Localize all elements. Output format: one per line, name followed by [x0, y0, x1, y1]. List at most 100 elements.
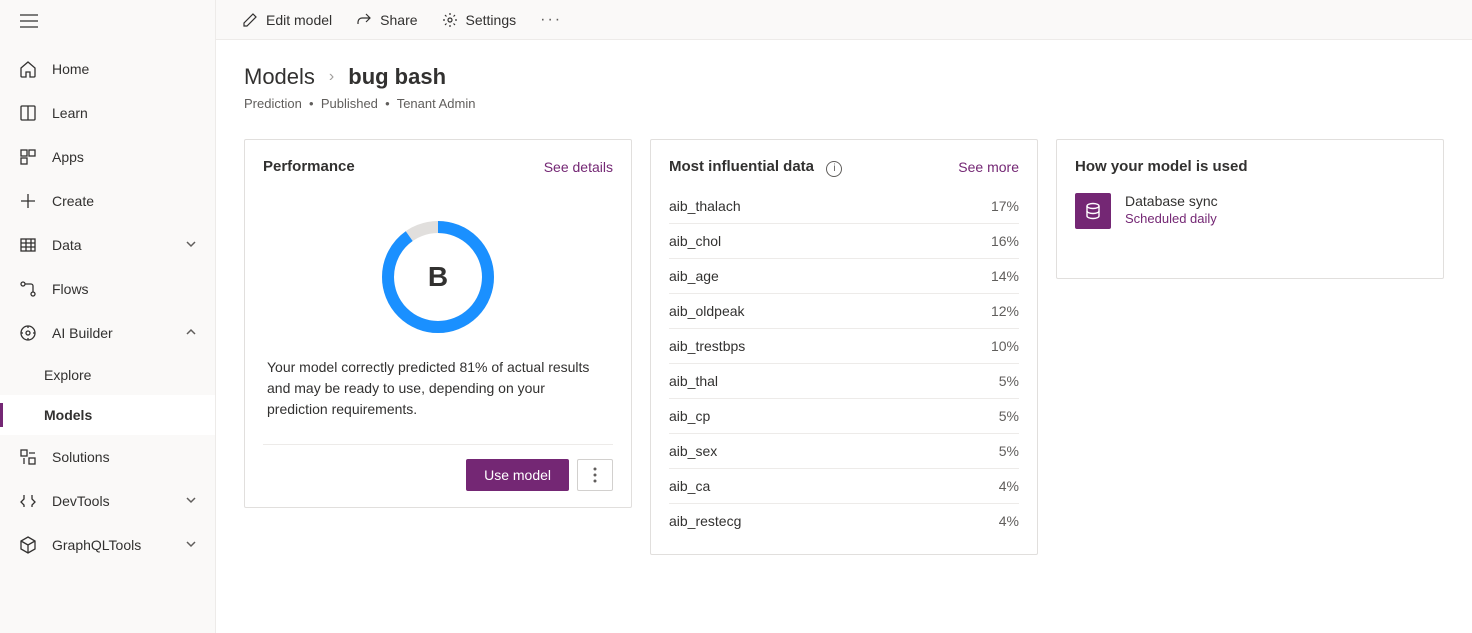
button-label: Share: [380, 12, 417, 28]
more-button[interactable]: ···: [530, 5, 572, 35]
influential-row: aib_age 14%: [669, 259, 1019, 294]
feature-name: aib_sex: [669, 443, 717, 459]
performance-card: Performance See details B Your model cor…: [244, 139, 632, 508]
button-label: Settings: [466, 12, 517, 28]
model-meta: Prediction • Published • Tenant Admin: [244, 96, 1444, 111]
chevron-down-icon: [185, 237, 197, 253]
topbar: Edit model Share Settings ···: [216, 0, 1472, 40]
influential-row: aib_restecg4%: [669, 504, 1019, 538]
feature-name: aib_ca: [669, 478, 710, 494]
nav-label: Home: [52, 61, 89, 77]
feature-name: aib_cp: [669, 408, 710, 424]
influential-row: aib_cp 5%: [669, 399, 1019, 434]
feature-name: aib_oldpeak: [669, 303, 745, 319]
home-icon: [18, 59, 38, 79]
plus-icon: [18, 191, 38, 211]
usage-item[interactable]: Database sync Scheduled daily: [1075, 193, 1425, 229]
main: Edit model Share Settings ··· Models › b…: [216, 0, 1472, 633]
edit-model-button[interactable]: Edit model: [232, 6, 342, 34]
feature-percent: 5%: [999, 443, 1019, 459]
influential-row: aib_oldpeak 12%: [669, 294, 1019, 329]
nav-home[interactable]: Home: [0, 47, 215, 91]
nav-models[interactable]: Models: [0, 395, 215, 435]
nav-label: Flows: [52, 281, 89, 297]
nav-learn[interactable]: Learn: [0, 91, 215, 135]
nav-solutions[interactable]: Solutions: [0, 435, 215, 479]
feature-percent: 5%: [999, 408, 1019, 424]
nav-explore[interactable]: Explore: [0, 355, 215, 395]
book-icon: [18, 103, 38, 123]
feature-name: aib_thalach: [669, 198, 741, 214]
nav-create[interactable]: Create: [0, 179, 215, 223]
nav-label: Learn: [52, 105, 88, 121]
card-title: Performance: [263, 158, 355, 175]
apps-icon: [18, 147, 38, 167]
nav-graphqltools[interactable]: GraphQLTools: [0, 523, 215, 567]
nav-label: Solutions: [52, 449, 110, 465]
see-more-link[interactable]: See more: [958, 159, 1019, 175]
feature-percent: 12%: [991, 303, 1019, 319]
see-details-link[interactable]: See details: [544, 159, 613, 175]
influential-row: aib_sex 5%: [669, 434, 1019, 469]
more-actions-button[interactable]: [577, 459, 613, 491]
performance-grade: B: [378, 217, 498, 337]
database-icon: [1075, 193, 1111, 229]
nav-devtools[interactable]: DevTools: [0, 479, 215, 523]
feature-percent: 16%: [991, 233, 1019, 249]
performance-description: Your model correctly predicted 81% of ac…: [263, 357, 613, 420]
ai-icon: [18, 323, 38, 343]
influential-row: aib_trestbps10%: [669, 329, 1019, 364]
solutions-icon: [18, 447, 38, 467]
influential-list: aib_thalach 17% aib_chol 16% aib_age 14% aib_o…: [669, 189, 1019, 538]
share-button[interactable]: Share: [346, 6, 427, 34]
nav-label: Models: [44, 407, 92, 423]
nav-apps[interactable]: Apps: [0, 135, 215, 179]
settings-button[interactable]: Settings: [432, 6, 527, 34]
influential-row: aib_chol 16%: [669, 224, 1019, 259]
usage-item-subtitle: Scheduled daily: [1125, 211, 1218, 226]
chevron-up-icon: [185, 325, 197, 341]
feature-name: aib_chol: [669, 233, 721, 249]
hamburger-icon[interactable]: [0, 0, 215, 47]
performance-donut: B: [378, 217, 498, 337]
nav-ai-builder[interactable]: AI Builder: [0, 311, 215, 355]
devtools-icon: [18, 491, 38, 511]
grid-icon: [18, 235, 38, 255]
sidebar: Home Learn Apps Create Data Flows AI Bui…: [0, 0, 216, 633]
nav-label: Create: [52, 193, 94, 209]
nav-data[interactable]: Data: [0, 223, 215, 267]
chevron-down-icon: [185, 493, 197, 509]
influential-data-card: Most influential data i See more aib_tha…: [650, 139, 1038, 555]
influential-row: aib_thalach 17%: [669, 189, 1019, 224]
feature-percent: 10%: [991, 338, 1019, 354]
nav-label: AI Builder: [52, 325, 113, 341]
card-title: How your model is used: [1075, 158, 1248, 175]
usage-item-title: Database sync: [1125, 193, 1218, 209]
feature-percent: 17%: [991, 198, 1019, 214]
nav-label: Apps: [52, 149, 84, 165]
chevron-right-icon: ›: [329, 68, 334, 86]
nav-flows[interactable]: Flows: [0, 267, 215, 311]
chevron-down-icon: [185, 537, 197, 553]
nav-label: Data: [52, 237, 82, 253]
nav-label: Explore: [44, 367, 91, 383]
breadcrumb-parent[interactable]: Models: [244, 64, 315, 90]
feature-percent: 4%: [999, 513, 1019, 529]
info-icon[interactable]: i: [826, 161, 842, 177]
influential-row: aib_thal 5%: [669, 364, 1019, 399]
feature-name: aib_age: [669, 268, 719, 284]
button-label: Edit model: [266, 12, 332, 28]
nav-label: DevTools: [52, 493, 110, 509]
flows-icon: [18, 279, 38, 299]
card-title: Most influential data: [669, 158, 814, 175]
feature-percent: 14%: [991, 268, 1019, 284]
influential-row: aib_ca 4%: [669, 469, 1019, 504]
feature-name: aib_thal: [669, 373, 718, 389]
breadcrumb: Models › bug bash: [244, 64, 1444, 90]
feature-percent: 5%: [999, 373, 1019, 389]
breadcrumb-current: bug bash: [348, 64, 446, 90]
nav-label: GraphQLTools: [52, 537, 141, 553]
feature-percent: 4%: [999, 478, 1019, 494]
content: Models › bug bash Prediction • Published…: [216, 40, 1472, 633]
use-model-button[interactable]: Use model: [466, 459, 569, 491]
